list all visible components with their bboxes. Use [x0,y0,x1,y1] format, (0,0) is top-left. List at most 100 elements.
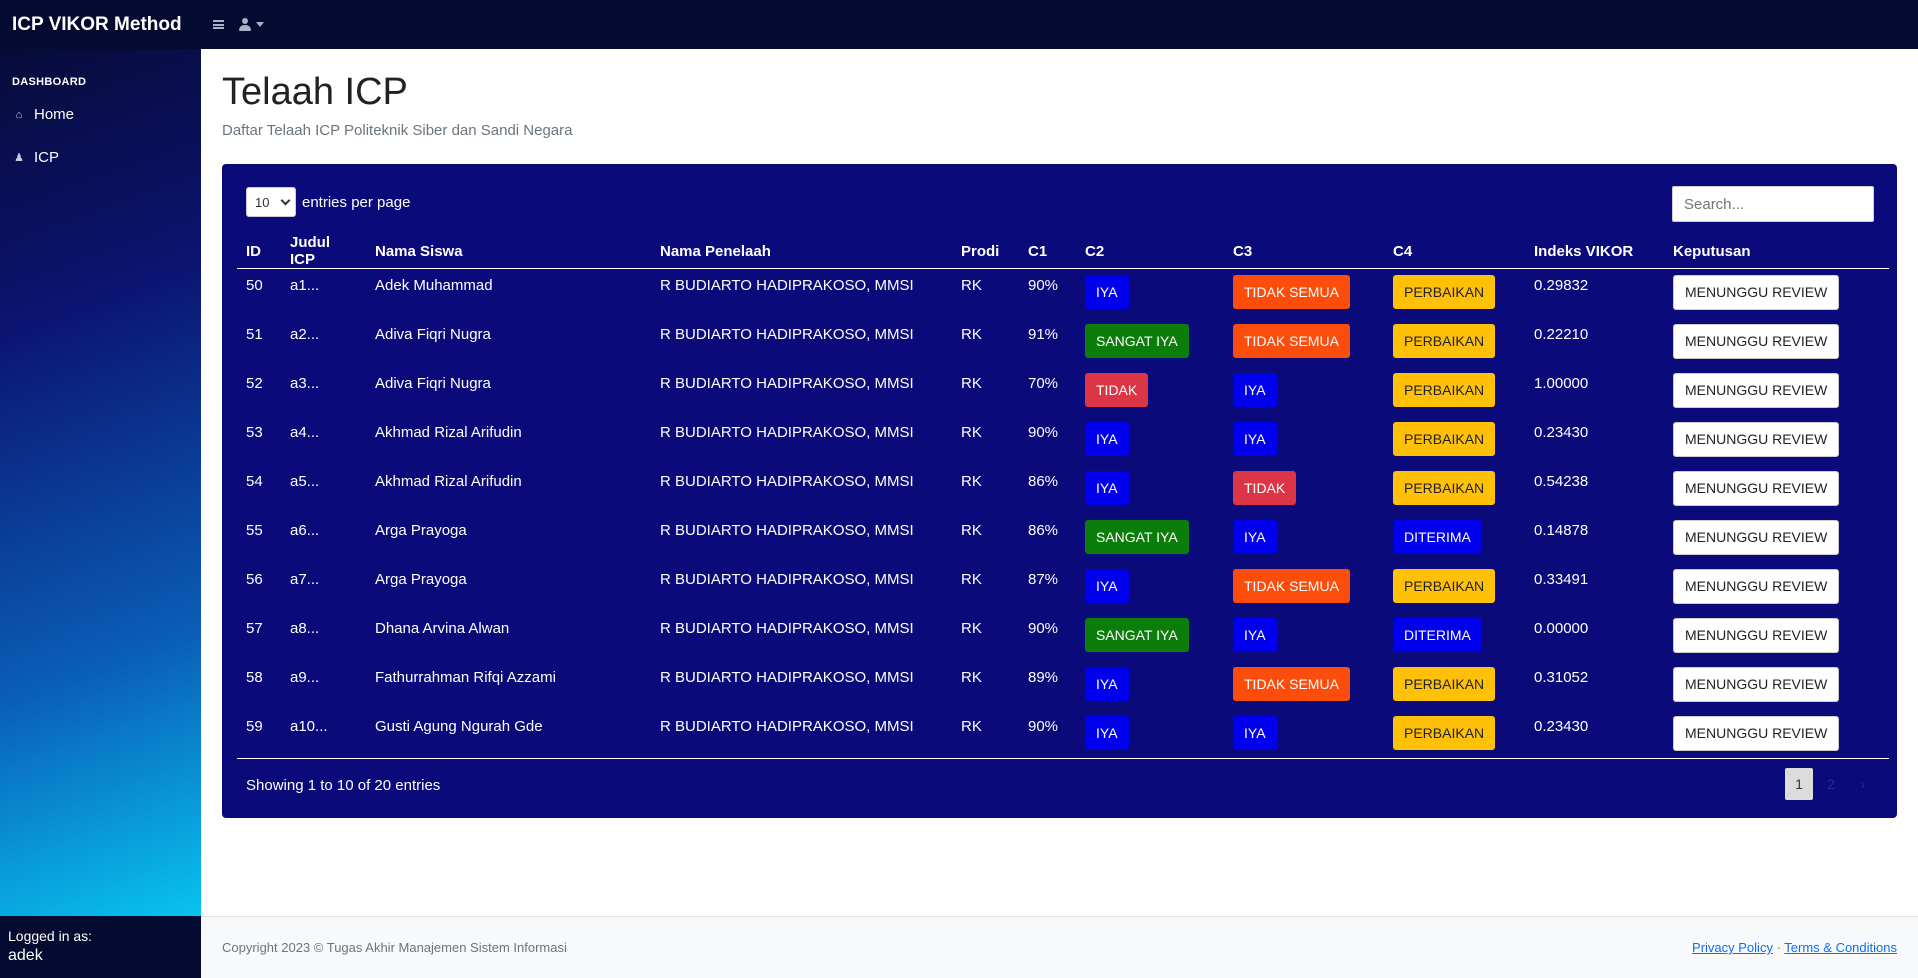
c2-badge: SANGAT IYA [1085,323,1189,358]
c3-badge: TIDAK [1233,470,1297,505]
menu-toggle-icon[interactable] [213,20,224,29]
review-button[interactable]: MENUNGGU REVIEW [1673,617,1840,653]
next-page-button[interactable]: › [1849,768,1877,800]
judul-text: a1... [290,277,320,294]
c3-badge: IYA [1233,715,1277,750]
cell-c3: TIDAK SEMUA [1224,661,1384,710]
c3-badge: IYA [1233,421,1277,456]
search-input[interactable] [1672,186,1874,222]
penelaah-text: R BUDIARTO HADIPRAKOSO, MMSI [660,521,914,539]
judul-text: a8... [290,619,320,637]
cell-siswa: Adek Muhammad [366,269,651,318]
column-header-vikor[interactable]: Indeks VIKOR [1525,234,1664,269]
review-button[interactable]: MENUNGGU REVIEW [1673,470,1840,506]
review-button[interactable]: MENUNGGU REVIEW [1673,568,1840,604]
cell-keputusan: MENUNGGU REVIEW [1664,416,1889,465]
judul-text: a4... [290,423,320,441]
judul-text: a6... [290,521,320,539]
cell-id: 57 [237,612,281,661]
user-icon [238,17,252,32]
cell-siswa: Dhana Arvina Alwan [366,612,651,661]
siswa-text: Arga Prayoga [375,570,467,588]
vikor-text: 0.29832 [1534,277,1589,294]
siswa-text: Adek Muhammad [375,277,493,294]
id-text: 59 [246,717,263,735]
cell-penelaah: R BUDIARTO HADIPRAKOSO, MMSI [651,269,952,318]
review-button[interactable]: MENUNGGU REVIEW [1673,372,1840,408]
column-header-c2[interactable]: C2 [1076,234,1224,269]
prodi-text: RK [961,472,982,490]
privacy-policy-link[interactable]: Privacy Policy [1692,940,1773,955]
c4-badge: PERBAIKAN [1393,568,1496,603]
cell-keputusan: MENUNGGU REVIEW [1664,661,1889,710]
cell-siswa: Adiva Fiqri Nugra [366,318,651,367]
cell-c3: TIDAK SEMUA [1224,318,1384,367]
column-header-keputusan[interactable]: Keputusan [1664,234,1889,269]
prodi-text: RK [961,277,982,294]
siswa-text: Gusti Agung Ngurah Gde [375,717,543,735]
prodi-text: RK [961,423,982,441]
table-header-row: ID Judul ICP Nama Siswa Nama Penelaah Pr… [237,234,1889,269]
cell-c1: 90% [1019,709,1076,759]
cell-id: 55 [237,514,281,563]
cell-prodi: RK [952,465,1019,514]
cell-c3: IYA [1224,514,1384,563]
cell-keputusan: MENUNGGU REVIEW [1664,563,1889,612]
sidebar-item-home[interactable]: ⌂ Home [12,106,74,123]
page-1-button[interactable]: 1 [1785,768,1813,800]
review-button[interactable]: MENUNGGU REVIEW [1673,323,1840,359]
column-header-judul[interactable]: Judul ICP [281,234,366,269]
c4-badge: DITERIMA [1393,617,1482,652]
cell-keputusan: MENUNGGU REVIEW [1664,709,1889,759]
cell-penelaah: R BUDIARTO HADIPRAKOSO, MMSI [651,416,952,465]
review-button[interactable]: MENUNGGU REVIEW [1673,275,1840,310]
cell-c4: PERBAIKAN [1384,661,1525,710]
review-button[interactable]: MENUNGGU REVIEW [1673,715,1840,751]
entries-per-page-select[interactable]: 10 [246,187,296,217]
penelaah-text: R BUDIARTO HADIPRAKOSO, MMSI [660,472,914,490]
c1-text: 90% [1028,619,1059,637]
column-header-penelaah[interactable]: Nama Penelaah [651,234,952,269]
cell-siswa: Arga Prayoga [366,514,651,563]
cell-judul: a3... [281,367,366,416]
home-icon: ⌂ [15,108,23,121]
cell-siswa: Akhmad Rizal Arifudin [366,416,651,465]
column-header-siswa[interactable]: Nama Siswa [366,234,651,269]
c1-text: 86% [1028,521,1059,539]
terms-link[interactable]: Terms & Conditions [1784,940,1897,955]
column-header-id[interactable]: ID [237,234,281,269]
table-row: 52 a3... Adiva Fiqri Nugra R BUDIARTO HADIP… [237,367,1889,416]
review-button[interactable]: MENUNGGU REVIEW [1673,666,1840,702]
cell-keputusan: MENUNGGU REVIEW [1664,465,1889,514]
column-header-c4[interactable]: C4 [1384,234,1525,269]
cell-keputusan: MENUNGGU REVIEW [1664,318,1889,367]
c2-badge: IYA [1085,568,1129,603]
user-dropdown[interactable] [238,17,264,32]
table-info: Showing 1 to 10 of 20 entries [246,777,441,794]
cell-c4: PERBAIKAN [1384,465,1525,514]
cell-vikor: 0.33491 [1525,563,1664,612]
page-2-button[interactable]: 2 [1817,768,1845,800]
cell-keputusan: MENUNGGU REVIEW [1664,612,1889,661]
review-button[interactable]: MENUNGGU REVIEW [1673,421,1840,457]
cell-prodi: RK [952,661,1019,710]
c4-badge: PERBAIKAN [1393,470,1496,505]
id-text: 56 [246,570,263,588]
cell-c4: DITERIMA [1384,514,1525,563]
cell-id: 54 [237,465,281,514]
column-header-c3[interactable]: C3 [1224,234,1384,269]
column-header-prodi[interactable]: Prodi [952,234,1019,269]
review-button[interactable]: MENUNGGU REVIEW [1673,519,1840,555]
sidebar-heading: DASHBOARD [12,76,87,88]
cell-id: 53 [237,416,281,465]
cell-penelaah: R BUDIARTO HADIPRAKOSO, MMSI [651,709,952,759]
brand-title[interactable]: ICP VIKOR Method [0,14,201,36]
sidebar-item-icp[interactable]: ♟ ICP [12,149,59,166]
cell-prodi: RK [952,563,1019,612]
column-header-c1[interactable]: C1 [1019,234,1076,269]
c2-badge: SANGAT IYA [1085,617,1189,652]
cell-prodi: RK [952,416,1019,465]
logged-in-user: adek [8,947,43,964]
cell-c4: PERBAIKAN [1384,416,1525,465]
cell-c2: SANGAT IYA [1076,612,1224,661]
